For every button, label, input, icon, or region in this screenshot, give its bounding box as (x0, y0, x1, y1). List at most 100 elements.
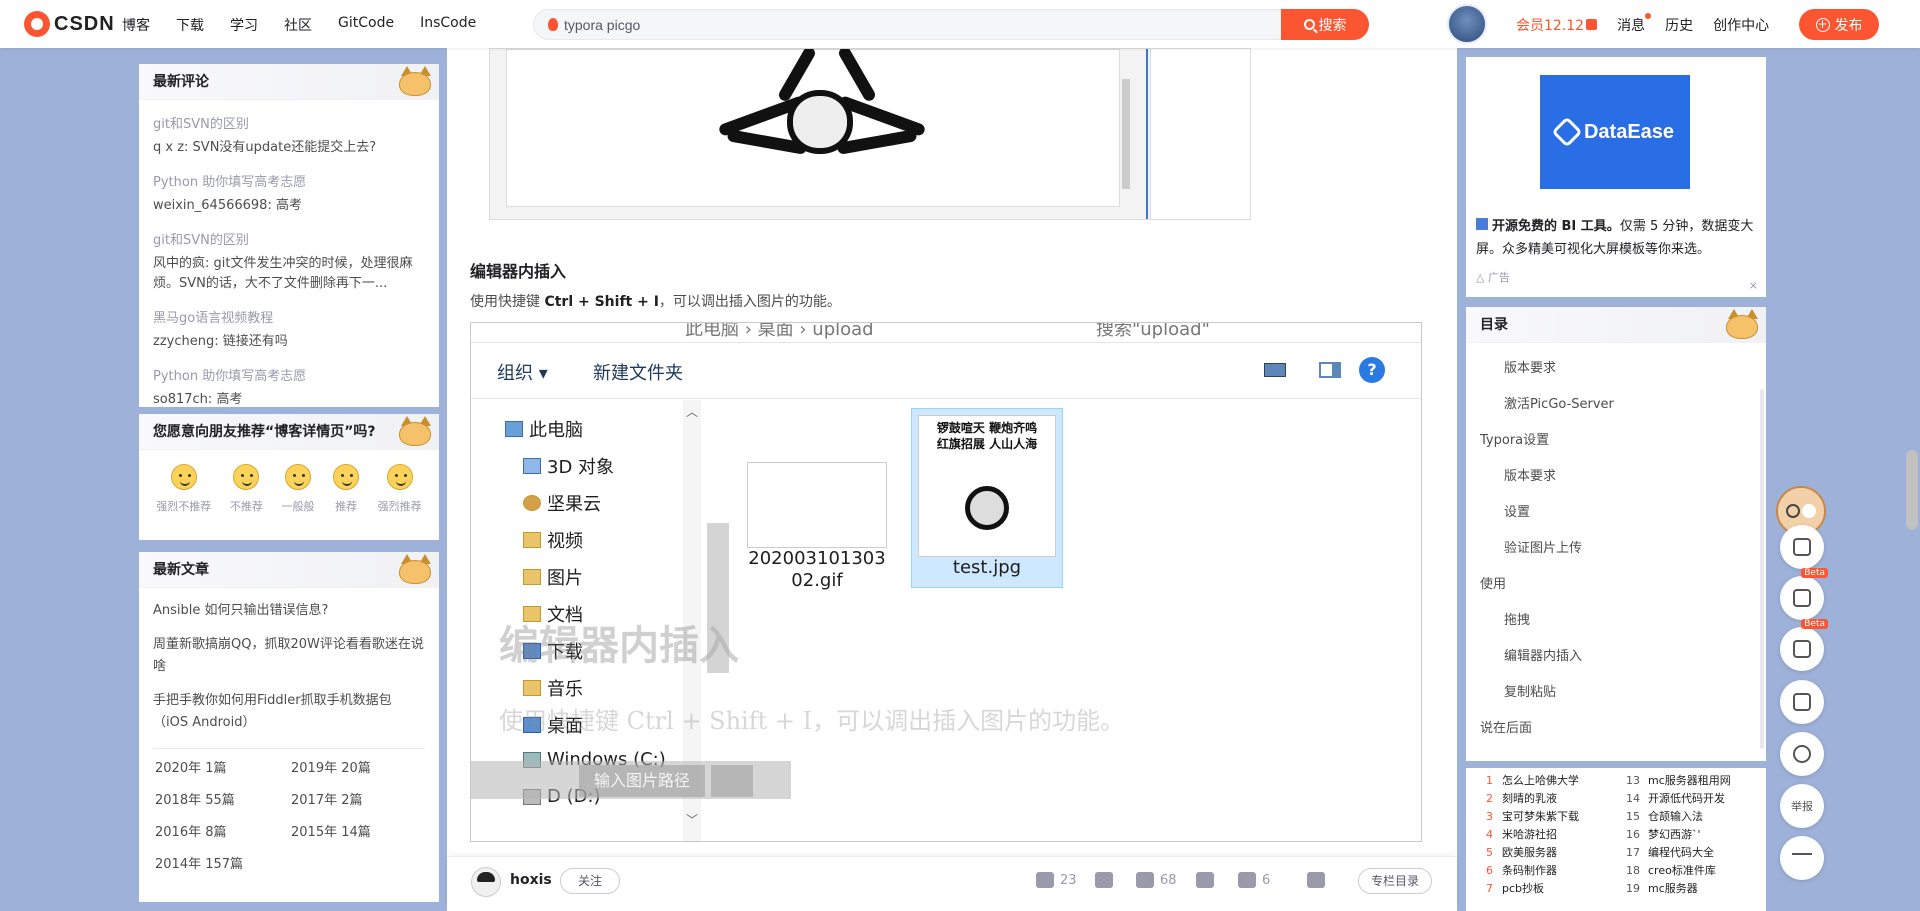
comment-article[interactable]: Python 助你填写高考志愿 (153, 365, 425, 384)
back-to-top-button[interactable] (1780, 836, 1824, 880)
hot-search-item[interactable]: 6 条码制作器 (1486, 862, 1626, 878)
rank-text: 开源低代码开发 (1648, 792, 1725, 805)
toc-scrollbar[interactable] (1760, 389, 1764, 749)
archive-link[interactable]: 2019年 20篇 (289, 757, 425, 776)
comment-article[interactable]: 黑马go语言视频教程 (153, 307, 425, 326)
list-icon (1793, 589, 1811, 607)
nav-download[interactable]: 下载 (176, 15, 204, 35)
article-link[interactable]: 手把手教你如何用Fiddler抓取手机数据包（iOS Android） (139, 690, 439, 734)
comment-item[interactable]: 黑马go语言视频教程 zzycheng: 链接还有吗 (139, 307, 439, 352)
archive-link[interactable]: 2017年 2篇 (289, 789, 425, 808)
dataease-logo[interactable]: DataEase (1540, 75, 1690, 189)
toc-item[interactable]: Typora设置 (1466, 423, 1758, 459)
toc-item[interactable]: 验证图片上传 (1466, 531, 1758, 567)
comment-item[interactable]: Python 助你填写高考志愿 so817ch: 高考 (139, 365, 439, 410)
comment-article[interactable]: Python 助你填写高考志愿 (153, 171, 425, 190)
toc-item[interactable]: 复制粘贴 (1466, 675, 1758, 711)
rank-text: 宝可梦朱紫下载 (1502, 810, 1579, 823)
toc-item[interactable]: 激活PicGo-Server (1466, 387, 1758, 423)
edit-button[interactable] (1780, 680, 1824, 724)
rating-not-recommend[interactable]: 不推荐 (230, 464, 263, 514)
hot-search-item[interactable]: 13 mc服务器租用网 (1626, 772, 1766, 788)
csdn-logo[interactable]: CSDN (24, 11, 115, 37)
rating-recommend[interactable]: 推荐 (333, 464, 360, 514)
search-box: 搜索 (533, 9, 1369, 40)
nav-gitcode[interactable]: GitCode (338, 15, 394, 35)
author-avatar[interactable] (471, 867, 501, 897)
comment-item[interactable]: git和SVN的区别 q x z: SVN没有update还能提交上去? (139, 113, 439, 158)
comment-item[interactable]: Python 助你填写高考志愿 weixin_64566698: 高考 (139, 171, 439, 216)
hot-search-item[interactable]: 7 pcb抄板 (1486, 880, 1626, 896)
toc-item[interactable]: 编辑器内插入 (1466, 639, 1758, 675)
rating-strongly-not-recommend[interactable]: 强烈不推荐 (156, 464, 211, 514)
archive-link[interactable]: 2014年 157篇 (153, 853, 289, 872)
creator-center-link[interactable]: 创作中心 (1713, 15, 1769, 35)
archive-link[interactable]: 2018年 55篇 (153, 789, 289, 808)
toc-item[interactable]: 使用 (1466, 567, 1758, 603)
hot-search-item[interactable]: 1 怎么上哈佛大学 (1486, 772, 1626, 788)
nav-inscode[interactable]: InsCode (420, 15, 476, 35)
nav-community[interactable]: 社区 (284, 15, 312, 35)
search-button[interactable]: 搜索 (1281, 9, 1369, 40)
toc-item[interactable]: 版本要求 (1466, 459, 1758, 495)
ad-close-icon[interactable]: × (1749, 279, 1758, 292)
data-stats-button[interactable] (1780, 525, 1824, 569)
toc-item[interactable]: 拖拽 (1466, 603, 1758, 639)
rating-strongly-recommend[interactable]: 强烈推荐 (378, 464, 422, 514)
comment-button[interactable]: 6 (1238, 872, 1270, 888)
share-button[interactable] (1307, 872, 1325, 888)
hot-search-item[interactable]: 5 欧美服务器 (1486, 844, 1626, 860)
archive-link[interactable]: 2015年 14篇 (289, 821, 425, 840)
para-after: ，可以调出插入图片的功能。 (658, 294, 841, 310)
comment-item[interactable]: git和SVN的区别 风中的疯: git文件发生冲突的时候，处理很麻烦。SVN的… (139, 229, 439, 294)
section-paragraph: 使用快捷键 Ctrl + Shift + I，可以调出插入图片的功能。 (470, 291, 841, 311)
like-button[interactable]: 23 (1036, 872, 1077, 888)
publish-button[interactable]: + 发布 (1799, 9, 1879, 40)
scroll-down-icon: ﹀ (686, 813, 699, 827)
toc-item[interactable]: 说在后面 (1466, 711, 1758, 747)
search-input[interactable] (564, 10, 1224, 39)
mindmap-button[interactable]: Beta (1780, 619, 1828, 671)
author-name[interactable]: hoxis (510, 872, 552, 888)
cat-mascot-icon (395, 416, 435, 448)
comment-article[interactable]: git和SVN的区别 (153, 113, 425, 132)
hot-search-item[interactable]: 16 梦幻西游`' (1626, 826, 1766, 842)
vip-link[interactable]: 会员12.12 (1516, 15, 1598, 35)
article-link[interactable]: Ansible 如何只输出错误信息? (139, 600, 439, 622)
hot-search-item[interactable]: 15 仓颉输入法 (1626, 808, 1766, 824)
nav-blog[interactable]: 博客 (122, 15, 150, 35)
toc-item[interactable]: 版本要求 (1466, 351, 1758, 387)
archive-link[interactable]: 2016年 8篇 (153, 821, 289, 840)
messages-label: 消息 (1617, 18, 1646, 34)
comment-article[interactable]: git和SVN的区别 (153, 229, 425, 248)
hot-search-item[interactable]: 19 mc服务器 (1626, 880, 1766, 896)
hot-search-item[interactable]: 4 米哈游社招 (1486, 826, 1626, 842)
rating-neutral[interactable]: 一般般 (281, 464, 314, 514)
file-gif: 20200310130302.gif (741, 456, 893, 592)
customer-service-button[interactable] (1780, 732, 1824, 776)
music-folder-icon (523, 680, 541, 696)
summary-button[interactable]: Beta (1780, 568, 1828, 620)
hot-search-item[interactable]: 14 开源低代码开发 (1626, 790, 1766, 806)
dislike-button[interactable] (1095, 872, 1113, 888)
archive-link[interactable]: 2020年 1篇 (153, 757, 289, 776)
favorite-button[interactable]: 68 (1136, 872, 1177, 888)
page-scrollbar-thumb[interactable] (1906, 450, 1918, 530)
rank-number: 6 (1486, 864, 1493, 877)
history-link[interactable]: 历史 (1665, 15, 1693, 35)
nav-learn[interactable]: 学习 (230, 15, 258, 35)
report-button[interactable]: 举报 (1780, 784, 1824, 828)
hot-search-item[interactable]: 17 编程代码大全 (1626, 844, 1766, 860)
user-avatar[interactable] (1447, 4, 1487, 44)
reward-button[interactable] (1196, 872, 1214, 888)
messages-link[interactable]: 消息 (1617, 13, 1652, 35)
column-catalog-button[interactable]: 专栏目录 (1358, 868, 1432, 894)
ad-text[interactable]: 开源免费的 BI 工具。仅需 5 分钟，数据变大屏。众多精美可视化大屏模板等你来… (1476, 215, 1758, 261)
article-link[interactable]: 周董新歌搞崩QQ，抓取20W评论看看歌迷在说啥 (139, 634, 439, 678)
follow-button[interactable]: 关注 (560, 868, 620, 894)
ad-card[interactable]: DataEase 开源免费的 BI 工具。仅需 5 分钟，数据变大屏。众多精美可… (1466, 57, 1766, 297)
hot-search-item[interactable]: 18 creo标准件库 (1626, 862, 1766, 878)
hot-search-item[interactable]: 3 宝可梦朱紫下载 (1486, 808, 1626, 824)
toc-item[interactable]: 设置 (1466, 495, 1758, 531)
hot-search-item[interactable]: 2 刻晴的乳液 (1486, 790, 1626, 806)
